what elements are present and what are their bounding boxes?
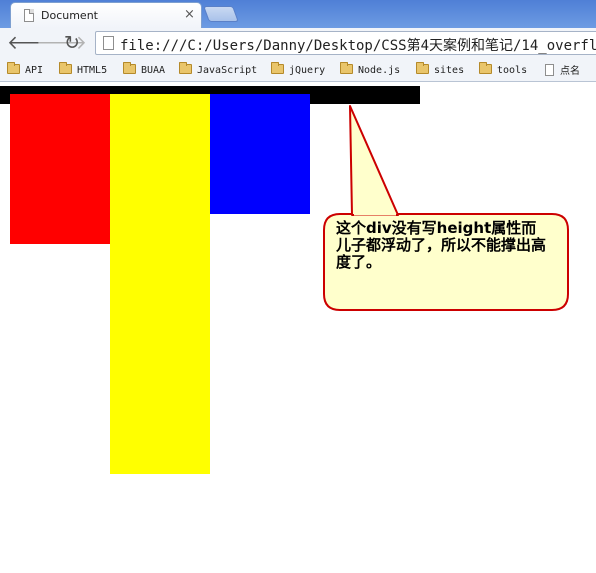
page-icon	[545, 64, 554, 76]
folder-icon	[416, 62, 429, 74]
page-icon	[103, 36, 114, 50]
callout-bubble	[323, 105, 569, 311]
bookmark-label: Node.js	[358, 65, 401, 76]
bookmarks-bar: API HTML5 BUAA JavaScript jQuery Node.js…	[0, 58, 596, 82]
callout-text: 这个div没有写height属性而儿子都浮动了，所以不能撑出高度了。	[336, 219, 547, 271]
folder-icon	[479, 62, 492, 74]
new-tab-button[interactable]	[203, 6, 239, 22]
bookmark-buaa[interactable]: BUAA	[123, 62, 166, 76]
bookmark-label: tools	[497, 65, 528, 76]
tab-title: Document	[41, 9, 98, 22]
bookmark-label: API	[25, 65, 44, 76]
folder-icon	[340, 62, 353, 74]
folder-icon	[123, 62, 136, 74]
bookmark-label: jQuery	[289, 65, 326, 76]
bookmark-html5[interactable]: HTML5	[59, 62, 108, 76]
folder-icon	[59, 62, 72, 74]
bookmark-javascript[interactable]: JavaScript	[179, 62, 258, 76]
bookmark-label: BUAA	[141, 65, 166, 76]
bookmark-sites[interactable]: sites	[416, 62, 465, 76]
reload-icon[interactable]: ↻	[64, 33, 80, 53]
bookmark-nodejs[interactable]: Node.js	[340, 62, 401, 76]
bookmark-dianming[interactable]: 点名	[545, 64, 580, 77]
bookmark-label: JavaScript	[197, 65, 258, 76]
url-text[interactable]: file:///C:/Users/Danny/Desktop/CSS第4天案例和…	[120, 35, 596, 55]
folder-icon	[271, 62, 284, 74]
page-viewport: 这个div没有写height属性而儿子都浮动了，所以不能撑出高度了。	[0, 82, 596, 573]
bookmark-jquery[interactable]: jQuery	[271, 62, 326, 76]
callout-pointer	[349, 105, 399, 216]
page-icon	[24, 9, 34, 22]
tab-strip: Document ×	[0, 0, 596, 28]
tab-document[interactable]: Document ×	[10, 2, 202, 28]
folder-icon	[179, 62, 192, 74]
bookmark-label: 点名	[560, 66, 580, 77]
bookmark-tools[interactable]: tools	[479, 62, 528, 76]
bookmark-api[interactable]: API	[7, 62, 44, 76]
folder-icon	[7, 62, 20, 74]
toolbar: 🡐 🡒 ↻ file:///C:/Users/Danny/Desktop/CSS…	[0, 28, 596, 58]
bookmark-label: HTML5	[77, 65, 108, 76]
bookmark-label: sites	[434, 65, 465, 76]
close-icon[interactable]: ×	[184, 7, 195, 23]
address-bar[interactable]: file:///C:/Users/Danny/Desktop/CSS第4天案例和…	[95, 31, 596, 55]
